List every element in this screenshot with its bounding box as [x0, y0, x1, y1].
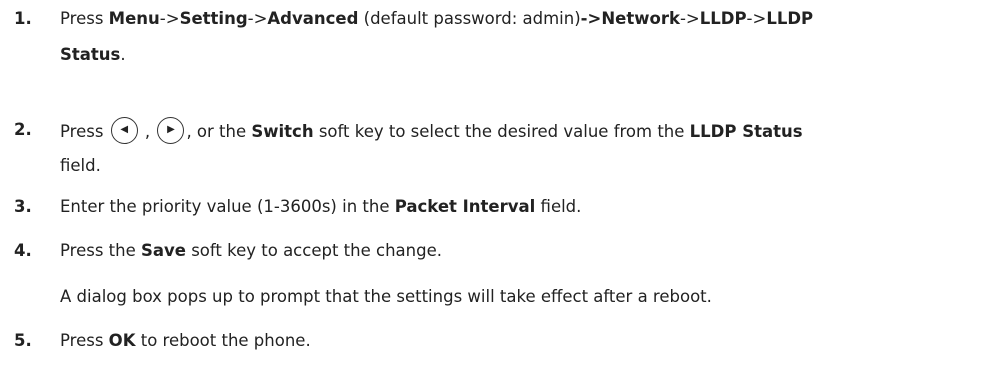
step-text: Press Menu->Setting->Advanced (default p…	[60, 8, 995, 66]
step-text: Enter the priority value (1-3600s) in th…	[60, 196, 995, 218]
step-number: 1.	[14, 9, 32, 28]
right-nav-key-icon: ▶	[157, 117, 185, 144]
password-note: (default password: admin)	[358, 9, 581, 28]
setting-label: Setting	[179, 9, 248, 28]
step-text: Press ◀ , ▶, or the Switch soft key to s…	[60, 117, 995, 177]
switch-label: Switch	[251, 122, 314, 141]
arrow: ->	[679, 9, 700, 28]
arrow: ->	[746, 9, 767, 28]
status-label: Status	[60, 45, 121, 64]
step-text: Press the Save soft key to accept the ch…	[60, 240, 995, 308]
ok-label: OK	[108, 331, 136, 350]
text-press: Press	[60, 122, 104, 141]
text-press: Press	[60, 9, 109, 28]
arrow: ->	[159, 9, 180, 28]
arrow: ->	[247, 9, 268, 28]
step-4-line-1: Press the Save soft key to accept the ch…	[60, 240, 995, 262]
period: .	[120, 45, 126, 64]
step-text: Press OK to reboot the phone.	[60, 330, 995, 352]
step-1-line-1: Press Menu->Setting->Advanced (default p…	[60, 8, 995, 30]
text-press-the: Press the	[60, 241, 141, 260]
advanced-label: Advanced	[267, 9, 359, 28]
step-1-line-2: Status.	[60, 44, 995, 66]
text-reboot: to reboot the phone.	[135, 331, 311, 350]
menu-label: Menu	[108, 9, 160, 28]
step-number: 3.	[14, 197, 32, 216]
text-or-the: , or the	[186, 122, 252, 141]
save-label: Save	[141, 241, 186, 260]
right-arrow-glyph: ▶	[167, 124, 175, 135]
step-number: 5.	[14, 331, 32, 350]
step-2-line-1: Press ◀ , ▶, or the Switch soft key to s…	[60, 117, 995, 146]
arrow: ->	[580, 9, 602, 28]
packet-interval-label: Packet Interval	[394, 197, 536, 216]
text-field: field.	[535, 197, 582, 216]
step-2-line-2: field.	[60, 156, 101, 175]
lldp-label: LLDP	[699, 9, 747, 28]
network-label: Network	[601, 9, 680, 28]
text-enter-priority: Enter the priority value (1-3600s) in th…	[60, 197, 395, 216]
lldp-label: LLDP	[766, 9, 814, 28]
left-nav-key-icon: ◀	[110, 117, 138, 144]
text-accept: soft key to accept the change.	[185, 241, 442, 260]
text-soft-key-select: soft key to select the desired value fro…	[313, 122, 690, 141]
lldp-status-label: LLDP Status	[689, 122, 803, 141]
text-press: Press	[60, 331, 109, 350]
step-number: 4.	[14, 241, 32, 260]
left-arrow-glyph: ◀	[120, 124, 129, 135]
step-number: 2.	[14, 120, 32, 139]
step-4-note: A dialog box pops up to prompt that the …	[60, 287, 712, 306]
